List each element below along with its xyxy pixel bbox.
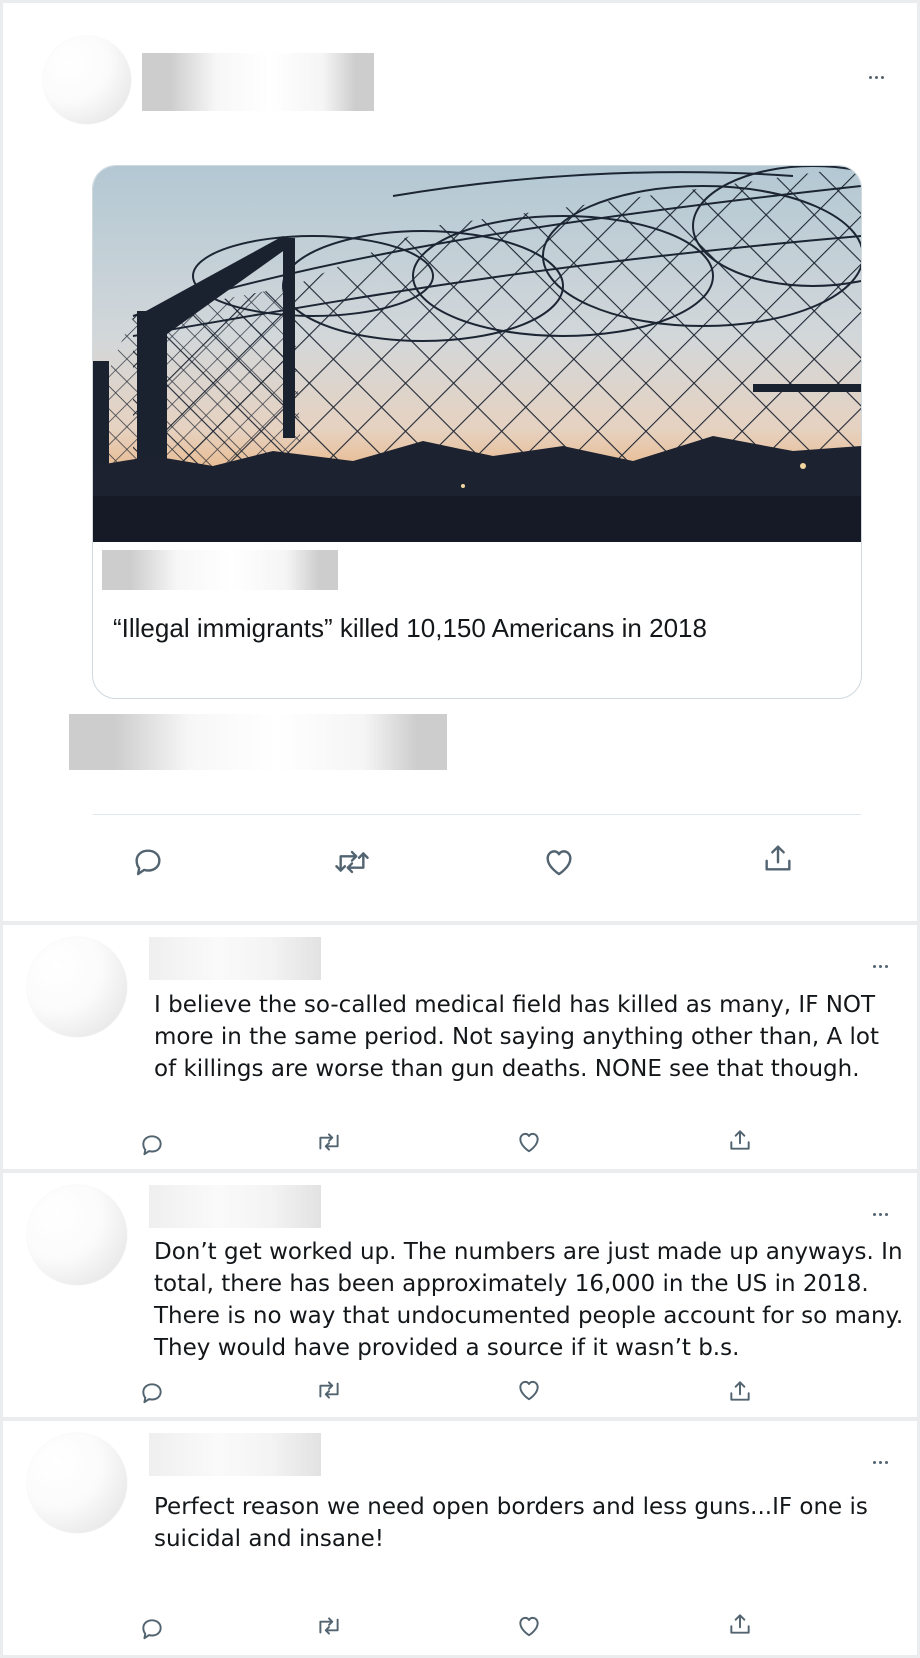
retweet-button[interactable] bbox=[315, 1613, 343, 1639]
like-icon bbox=[519, 1132, 539, 1153]
retweet-button[interactable] bbox=[315, 1129, 343, 1155]
reply-tweet: Perfect reason we need open borders and … bbox=[3, 1421, 917, 1655]
reply-icon bbox=[142, 1383, 162, 1404]
more-options-icon[interactable] bbox=[873, 965, 888, 968]
reply-button[interactable] bbox=[139, 1132, 165, 1158]
like-button[interactable] bbox=[515, 1377, 543, 1403]
redacted-username bbox=[149, 1185, 321, 1228]
main-tweet: “Illegal immigrants” killed 10,150 Ameri… bbox=[3, 3, 917, 921]
redacted-username bbox=[142, 53, 374, 111]
reply-button[interactable] bbox=[131, 845, 165, 879]
link-card[interactable]: “Illegal immigrants” killed 10,150 Ameri… bbox=[92, 165, 862, 699]
reply-icon bbox=[142, 1135, 162, 1156]
retweet-icon bbox=[319, 1381, 339, 1399]
share-icon bbox=[730, 1130, 750, 1150]
reply-text: Perfect reason we need open borders and … bbox=[154, 1494, 868, 1552]
share-icon bbox=[730, 1614, 750, 1634]
redacted-link-domain bbox=[102, 550, 338, 590]
reply-button[interactable] bbox=[139, 1616, 165, 1642]
avatar[interactable] bbox=[43, 36, 131, 124]
like-button[interactable] bbox=[515, 1129, 543, 1155]
share-icon bbox=[765, 845, 791, 871]
retweet-button[interactable] bbox=[315, 1377, 343, 1403]
like-icon bbox=[519, 1616, 539, 1637]
reply-text: I believe the so-called medical field ha… bbox=[154, 992, 879, 1082]
reply-tweet: I believe the so-called medical field ha… bbox=[3, 925, 917, 1169]
share-button[interactable] bbox=[727, 1127, 753, 1153]
more-options-icon[interactable] bbox=[873, 1461, 888, 1464]
barbed-wire-fence-image bbox=[93, 166, 861, 542]
retweet-icon bbox=[319, 1133, 339, 1151]
reply-icon bbox=[135, 849, 161, 876]
reply-icon bbox=[142, 1619, 162, 1640]
share-button[interactable] bbox=[727, 1611, 753, 1637]
redacted-username bbox=[149, 937, 321, 980]
like-icon bbox=[546, 850, 572, 876]
redacted-timestamp bbox=[69, 714, 447, 770]
avatar[interactable] bbox=[27, 1433, 127, 1533]
retweet-button[interactable] bbox=[333, 845, 371, 879]
link-card-headline: “Illegal immigrants” killed 10,150 Ameri… bbox=[113, 613, 707, 643]
more-options-icon[interactable] bbox=[873, 1213, 888, 1216]
divider bbox=[93, 814, 861, 815]
reply-text: Don’t get worked up. The numbers are jus… bbox=[154, 1239, 904, 1361]
retweet-icon bbox=[319, 1617, 339, 1635]
redacted-username bbox=[149, 1433, 321, 1476]
avatar[interactable] bbox=[27, 1185, 127, 1285]
avatar[interactable] bbox=[27, 937, 127, 1037]
share-button[interactable] bbox=[761, 841, 795, 875]
share-button[interactable] bbox=[727, 1378, 753, 1404]
like-button[interactable] bbox=[515, 1613, 543, 1639]
retweet-icon bbox=[335, 850, 369, 874]
share-icon bbox=[730, 1381, 750, 1401]
more-options-icon[interactable] bbox=[869, 76, 884, 79]
like-icon bbox=[519, 1380, 539, 1401]
like-button[interactable] bbox=[541, 845, 577, 879]
reply-tweet: Don’t get worked up. The numbers are jus… bbox=[3, 1173, 917, 1417]
reply-button[interactable] bbox=[139, 1380, 165, 1406]
